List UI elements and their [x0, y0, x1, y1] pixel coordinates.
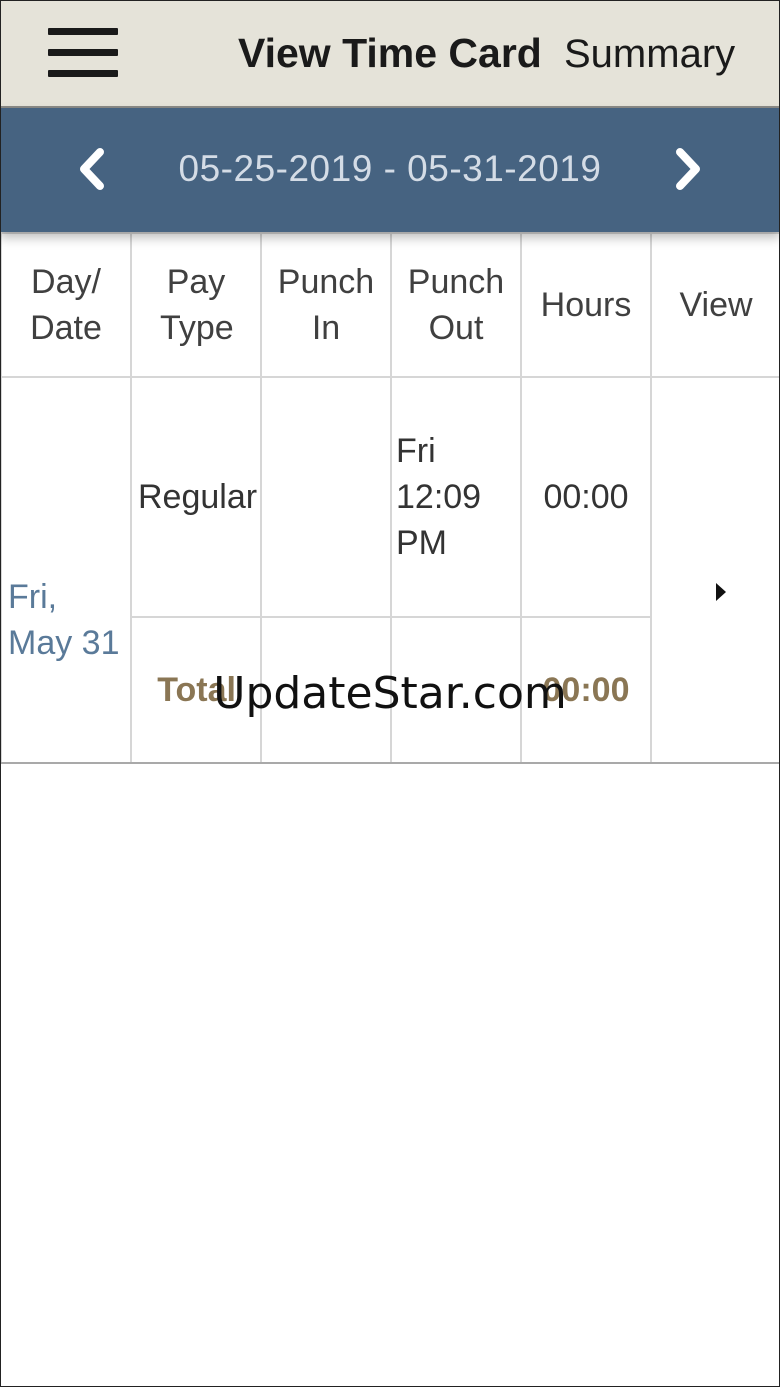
column-header-pay-type: Pay Type [130, 232, 262, 378]
summary-link[interactable]: Summary [564, 32, 735, 77]
hours-cell: 00:00 [520, 376, 652, 618]
punch-out-cell: Fri 12:09 PM [390, 376, 522, 618]
column-header-view: View [650, 232, 780, 378]
column-header-punch-out: Punch Out [390, 232, 522, 378]
chevron-right-icon[interactable] [664, 146, 710, 192]
hamburger-menu-icon[interactable] [48, 28, 118, 78]
date-range-label: 05-25-2019 - 05-31-2019 [178, 148, 602, 189]
table-row: Fri, May 31 Regular Fri 12:09 PM 00:00 [0, 376, 780, 764]
watermark-text: UpdateStar.com [213, 668, 567, 719]
column-header-punch-in: Punch In [260, 232, 392, 378]
table-header-row: Day/ Date Pay Type Punch In Punch Out Ho… [0, 232, 780, 378]
pay-type-cell: Regular [130, 376, 262, 618]
column-header-hours: Hours [520, 232, 652, 378]
column-header-day-date: Day/ Date [0, 232, 132, 378]
date-range-bar: 05-25-2019 - 05-31-2019 [0, 108, 780, 232]
page-title: View Time Card [238, 30, 542, 76]
caret-right-icon [716, 583, 726, 601]
punch-in-cell [260, 376, 392, 618]
top-bar: View Time Card Summary [0, 0, 780, 108]
